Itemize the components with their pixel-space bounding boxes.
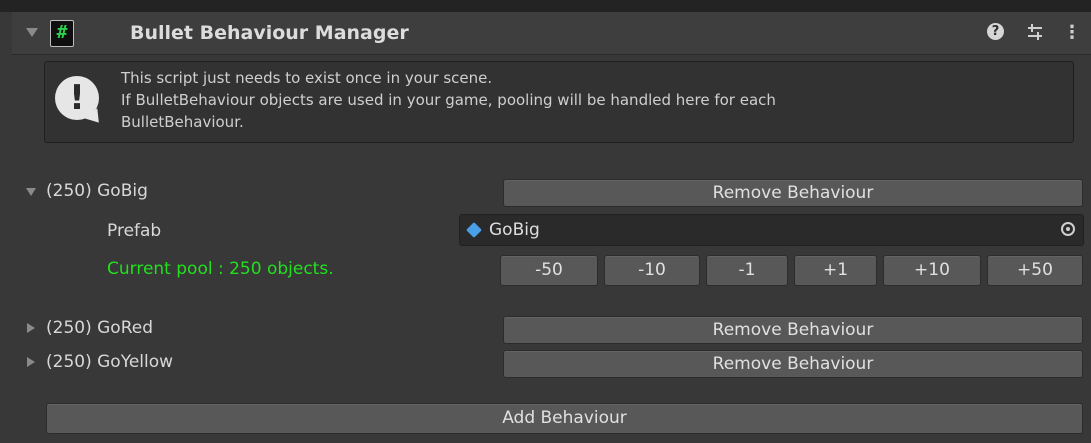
- prefab-label: Prefab: [107, 221, 162, 241]
- remove-behaviour-button[interactable]: Remove Behaviour: [503, 350, 1083, 378]
- info-text: This script just needs to exist once in …: [121, 67, 776, 133]
- pool-minus-10-button[interactable]: -10: [604, 255, 700, 286]
- prefab-object-field[interactable]: GoBig: [459, 214, 1084, 246]
- component-header[interactable]: # Bullet Behaviour Manager ? ⋮: [12, 12, 1091, 55]
- script-icon: #: [50, 20, 74, 47]
- info-line: This script just needs to exist once in …: [121, 69, 493, 87]
- warning-icon: !: [55, 76, 99, 120]
- remove-behaviour-button[interactable]: Remove Behaviour: [503, 179, 1083, 207]
- pool-plus-50-button[interactable]: +50: [987, 255, 1083, 286]
- collapsed-arrow-icon[interactable]: [27, 323, 35, 333]
- pool-minus-50-button[interactable]: -50: [500, 255, 598, 286]
- help-icon[interactable]: ?: [987, 23, 1004, 40]
- behaviour-foldout-gored[interactable]: (250) GoRed: [46, 318, 153, 338]
- info-help-box: ! This script just needs to exist once i…: [44, 61, 1074, 143]
- pool-minus-1-button[interactable]: -1: [706, 255, 788, 286]
- object-picker-icon[interactable]: [1061, 222, 1075, 236]
- add-behaviour-button[interactable]: Add Behaviour: [46, 403, 1083, 434]
- pool-plus-1-button[interactable]: +1: [794, 255, 877, 286]
- behaviour-foldout-goyellow[interactable]: (250) GoYellow: [46, 352, 173, 372]
- expand-arrow-icon[interactable]: [26, 188, 36, 196]
- component-title: Bullet Behaviour Manager: [130, 22, 409, 44]
- collapsed-arrow-icon[interactable]: [27, 357, 35, 367]
- prefab-cube-icon: [466, 222, 482, 238]
- behaviour-foldout-gobig[interactable]: (250) GoBig: [46, 181, 148, 201]
- pool-plus-10-button[interactable]: +10: [883, 255, 981, 286]
- remove-behaviour-button[interactable]: Remove Behaviour: [503, 316, 1083, 344]
- fold-down-arrow-icon[interactable]: [26, 28, 38, 37]
- menu-dots-icon[interactable]: ⋮: [1063, 22, 1081, 44]
- info-line: If BulletBehaviour objects are used in y…: [121, 91, 776, 109]
- sliders-icon[interactable]: [1026, 23, 1044, 47]
- info-line: BulletBehaviour.: [121, 113, 244, 131]
- window-top-edge: [0, 0, 1091, 12]
- current-pool-text: Current pool : 250 objects.: [107, 259, 334, 279]
- prefab-value: GoBig: [489, 220, 540, 240]
